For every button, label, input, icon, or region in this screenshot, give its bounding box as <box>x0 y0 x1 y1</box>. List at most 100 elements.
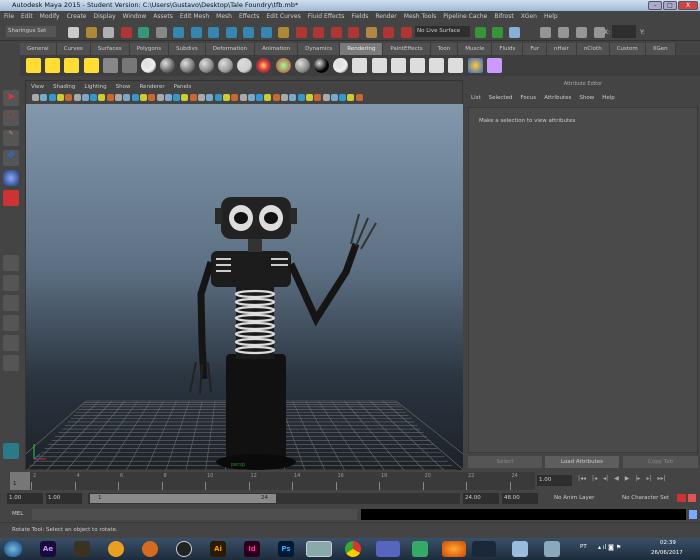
panel-toolbar-icon[interactable] <box>81 94 89 101</box>
status-tool-icon[interactable] <box>138 27 149 38</box>
panel-toolbar-icon[interactable] <box>32 94 39 101</box>
tray-icons[interactable]: ▴ ıl ◙ ⚑ <box>598 544 621 551</box>
panel-toolbar-icon[interactable] <box>355 94 363 101</box>
step-back-icon[interactable]: ◂| <box>603 475 608 482</box>
end-time-field[interactable]: 48.00 <box>502 493 538 504</box>
shelf-tab-custom[interactable]: Custom <box>609 43 646 55</box>
taskbar-calculator-icon[interactable] <box>544 541 560 557</box>
status-tool-icon[interactable] <box>208 27 219 38</box>
taskbar-photoshop[interactable]: Ps <box>278 541 294 557</box>
shelf-tab-nhair[interactable]: nHair <box>547 43 577 55</box>
panel-toolbar-icon[interactable] <box>164 94 172 101</box>
panel-toolbar-icon[interactable] <box>214 94 222 101</box>
shelf-tab-ncloth[interactable]: nCloth <box>576 43 610 55</box>
shelf-rendering-icon[interactable] <box>486 58 502 73</box>
scale-tool-icon[interactable] <box>3 190 19 206</box>
menu-edit-curves[interactable]: Edit Curves <box>266 11 300 23</box>
range-slider[interactable]: 1 24 <box>88 493 460 504</box>
menu-help[interactable]: Help <box>544 11 558 23</box>
taskbar-illustrator[interactable]: Ai <box>210 541 226 557</box>
range-slider-handle[interactable]: 1 24 <box>90 494 276 503</box>
start-time-field[interactable]: 1.00 <box>7 493 43 504</box>
menu-mesh-tools[interactable]: Mesh Tools <box>404 11 436 23</box>
shelf-tab-animation[interactable]: Animation <box>255 43 299 55</box>
shelf-tab-curves[interactable]: Curves <box>56 43 91 55</box>
perspective-viewport[interactable]: persp <box>0 104 497 481</box>
language-indicator[interactable]: PT <box>580 544 587 550</box>
shelf-tab-toon[interactable]: Toon <box>430 43 459 55</box>
shelf-rendering-icon[interactable] <box>179 58 195 73</box>
auto-key-icon[interactable] <box>677 494 686 502</box>
panel-toolbar-icon[interactable] <box>131 94 139 101</box>
menu-set-dropdown[interactable]: Sharingus Set <box>6 26 56 37</box>
shelf-rendering-icon[interactable] <box>275 58 291 73</box>
panel-toolbar-icon[interactable] <box>48 94 56 101</box>
panel-menu-show[interactable]: Show <box>116 82 131 92</box>
shelf-rendering-icon[interactable] <box>294 58 310 73</box>
step-forward-key-icon[interactable]: ▸| <box>646 475 651 482</box>
anim-prefs-icon[interactable] <box>688 494 696 502</box>
time-slider[interactable]: 1 2 4 6 8 10 12 14 16 18 20 22 24 1.00 |◂◂ |◂ ◂| ◀ ▶ |▸ ▸… <box>0 470 700 490</box>
shelf-rendering-icon[interactable] <box>26 58 41 73</box>
close-button[interactable]: X <box>678 1 698 10</box>
panel-toolbar-icon[interactable] <box>247 94 255 101</box>
panel-toolbar-icon[interactable] <box>65 94 73 101</box>
status-tool-icon[interactable] <box>120 27 132 38</box>
shelf-rendering-icon[interactable] <box>160 58 176 73</box>
panel-toolbar-icon[interactable] <box>56 94 64 101</box>
status-tool-icon[interactable] <box>365 27 377 38</box>
go-to-start-icon[interactable]: |◂◂ <box>578 475 586 482</box>
maximize-button[interactable]: □ <box>663 1 677 10</box>
clock-time[interactable]: 02:39 <box>660 540 676 546</box>
panel-toolbar-icon[interactable] <box>322 94 330 101</box>
x-field[interactable] <box>612 25 636 38</box>
shelf-tab-painteffects[interactable]: PaintEffects <box>383 43 431 55</box>
lasso-tool-icon[interactable]: ◌ <box>3 110 19 126</box>
panel-toolbar-icon[interactable] <box>239 94 247 101</box>
step-forward-icon[interactable]: |▸ <box>635 475 640 482</box>
taskbar-app-icon[interactable] <box>142 541 158 557</box>
taskbar-audio-icon[interactable] <box>108 541 124 557</box>
status-tool-icon[interactable] <box>173 27 184 38</box>
minimize-button[interactable]: – <box>648 1 662 10</box>
panel-toolbar-icon[interactable] <box>189 94 197 101</box>
command-language-label[interactable]: MEL <box>12 511 23 517</box>
character-set-dropdown[interactable]: No Character Set <box>620 493 675 504</box>
clock-date[interactable]: 26/06/2017 <box>651 550 683 556</box>
shelf-tab-dynamics[interactable]: Dynamics <box>298 43 341 55</box>
status-tool-icon[interactable] <box>243 27 254 38</box>
shelf-rendering-icon[interactable] <box>141 58 157 73</box>
panel-toolbar-icon[interactable] <box>73 94 81 101</box>
menu-window[interactable]: Window <box>123 11 147 23</box>
layout-hypershade-icon[interactable] <box>3 355 19 371</box>
panel-toolbar-icon[interactable] <box>272 94 280 101</box>
attr-menu-focus[interactable]: Focus <box>520 95 536 101</box>
status-tool-icon[interactable] <box>383 27 394 38</box>
panel-menu-shading[interactable]: Shading <box>53 82 75 92</box>
rotate-tool-icon[interactable] <box>3 170 19 186</box>
shelf-rendering-icon[interactable] <box>198 58 214 73</box>
shelf-tab-xgen[interactable]: XGen <box>645 43 676 55</box>
status-tool-icon[interactable] <box>190 27 202 38</box>
shelf-rendering-icon[interactable] <box>256 58 272 73</box>
menu-fluid-effects[interactable]: Fluid Effects <box>308 11 345 23</box>
shelf-rendering-icon[interactable] <box>371 58 387 73</box>
layout-single-icon[interactable] <box>3 255 19 271</box>
menu-edit[interactable]: Edit <box>21 11 33 23</box>
attr-menu-selected[interactable]: Selected <box>489 95 513 101</box>
menu-bifrost[interactable]: Bifrost <box>494 11 513 23</box>
shelf-rendering-icon[interactable] <box>102 58 118 73</box>
panel-menu-view[interactable]: View <box>31 82 44 92</box>
load-attributes-button[interactable]: Load Attributes <box>545 456 619 468</box>
script-editor-icon[interactable] <box>689 510 697 519</box>
current-frame-marker[interactable]: 1 <box>10 472 30 490</box>
shelf-rendering-icon[interactable] <box>237 58 253 73</box>
status-tool-icon[interactable] <box>68 27 79 38</box>
shelf-tab-fluids[interactable]: Fluids <box>492 43 524 55</box>
menu-file[interactable]: File <box>4 11 14 23</box>
attr-menu-list[interactable]: List <box>471 95 481 101</box>
menu-effects[interactable]: Effects <box>239 11 259 23</box>
panel-toolbar-icon[interactable] <box>297 94 305 101</box>
panel-toolbar-icon[interactable] <box>222 94 230 101</box>
layout-outliner-icon[interactable] <box>3 315 19 331</box>
